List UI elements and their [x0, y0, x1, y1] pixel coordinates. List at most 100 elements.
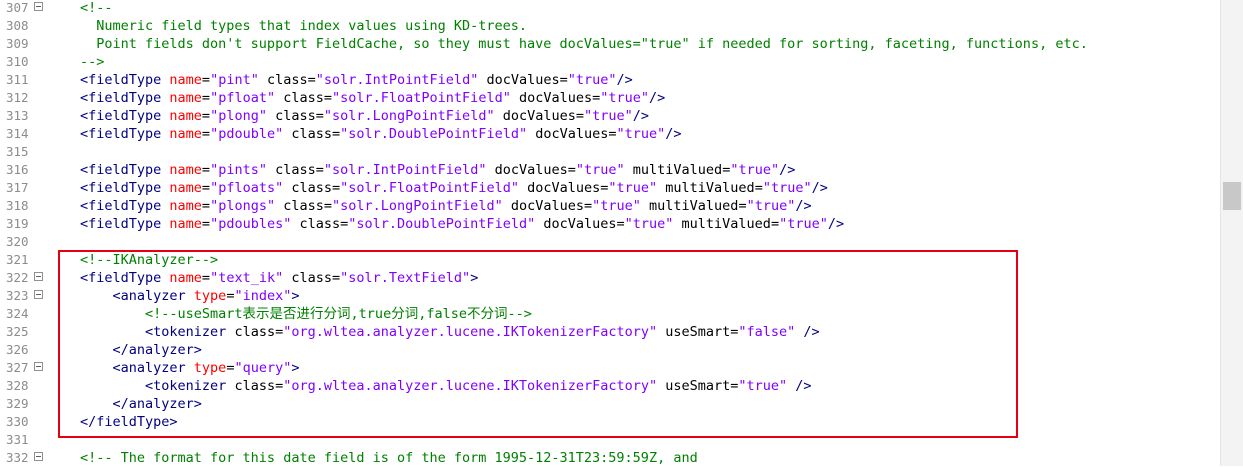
code-line[interactable]: 320: [0, 233, 1220, 251]
code-line[interactable]: 314 <fieldType name="pdouble" class="solr…: [0, 125, 1220, 143]
code-line[interactable]: 325 <tokenizer class="org.wltea.analyzer…: [0, 323, 1220, 341]
code-token-comment: Numeric field types that index values us…: [80, 18, 528, 34]
fold-toggle-icon[interactable]: [34, 272, 43, 281]
fold-toggle-icon[interactable]: [34, 362, 43, 371]
code-line[interactable]: 319 <fieldType name="pdoubles" class="sol…: [0, 215, 1220, 233]
code-token-comment: <!--useSmart表示是否进行分词,true分词,false不分词-->: [80, 306, 532, 322]
code-token-attr: name: [169, 108, 202, 124]
code-line[interactable]: 331: [0, 431, 1220, 449]
line-number: 309: [6, 36, 29, 51]
code-line[interactable]: 307 <!--: [0, 0, 1220, 17]
code-token-tag: <analyzer: [80, 360, 194, 376]
code-token-comment: <!-- The format for this date field is o…: [80, 450, 698, 466]
code-token-val: "true": [616, 126, 666, 142]
code-token-plain: =: [754, 180, 763, 196]
code-token-val: "pfloats": [210, 180, 284, 196]
fold-toggle-icon[interactable]: [34, 452, 43, 461]
code-token-val: "org.wltea.analyzer.lucene.IKTokenizerFa…: [283, 324, 658, 340]
code-token-plain: class: [283, 270, 332, 286]
code-text: Numeric field types that index values us…: [80, 17, 527, 35]
code-token-tag: />: [616, 72, 633, 88]
code-token-plain: class: [234, 324, 276, 340]
code-line[interactable]: 318 <fieldType name="plongs" class="solr.…: [0, 197, 1220, 215]
code-text: <!--useSmart表示是否进行分词,true分词,false不分词-->: [80, 305, 532, 323]
code-token-tag: />: [779, 162, 796, 178]
code-token-tag: />: [632, 108, 650, 124]
code-line[interactable]: 315: [0, 143, 1220, 161]
fold-toggle-icon[interactable]: [34, 2, 43, 11]
code-token-plain: docValues: [510, 90, 593, 106]
code-token-plain: docValues: [502, 198, 584, 214]
code-editor[interactable]: 307 <!-- 308 Numeric field types that inde…: [0, 0, 1220, 466]
code-token-plain: =: [332, 270, 341, 286]
code-token-plain: =: [738, 198, 747, 214]
code-line[interactable]: 323 <analyzer type="index">: [0, 287, 1220, 305]
code-line[interactable]: 321 <!--IKAnalyzer-->: [0, 251, 1220, 269]
line-number: 326: [6, 342, 29, 357]
line-number: 312: [6, 90, 29, 105]
code-token-plain: =: [315, 108, 324, 124]
code-token-plain: =: [201, 180, 211, 196]
code-line[interactable]: 322 <fieldType name="text_ik" class="solr…: [0, 269, 1220, 287]
code-line[interactable]: 317 <fieldType name="pfloats" class="solr…: [0, 179, 1220, 197]
code-text: <analyzer type="query">: [80, 359, 300, 377]
code-token-val: "false": [738, 324, 796, 340]
code-text: <fieldType name="text_ik" class="solr.Te…: [80, 269, 478, 287]
code-token-val: "true": [575, 162, 625, 178]
code-token-val: "plongs": [210, 198, 276, 214]
code-token-plain: multiValued: [673, 216, 771, 232]
line-number: 321: [6, 252, 29, 267]
code-line[interactable]: 311 <fieldType name="pint" class="solr.In…: [0, 71, 1220, 89]
code-line[interactable]: 312 <fieldType name="pfloat" class="solr.…: [0, 89, 1220, 107]
line-number: 324: [6, 306, 29, 321]
code-line[interactable]: 310 -->: [0, 53, 1220, 71]
line-number: 310: [6, 54, 29, 69]
code-token-plain: =: [201, 270, 211, 286]
line-number: 319: [6, 216, 29, 231]
code-token-val: "true": [608, 180, 658, 196]
code-token-attr: name: [169, 90, 202, 106]
code-line[interactable]: 329 </analyzer>: [0, 395, 1220, 413]
fold-toggle-icon[interactable]: [34, 290, 43, 299]
code-token-plain: =: [201, 126, 211, 142]
code-text: <tokenizer class="org.wltea.analyzer.luc…: [80, 323, 820, 341]
code-token-plain: docValues: [527, 126, 609, 142]
code-token-val: "index": [234, 288, 292, 304]
code-token-plain: class: [283, 126, 332, 142]
code-token-tag: />: [811, 180, 828, 196]
code-line[interactable]: 327 <analyzer type="query">: [0, 359, 1220, 377]
code-token-plain: =: [201, 72, 211, 88]
code-token-tag: <tokenizer: [80, 378, 235, 394]
code-token-val: "solr.LongPointField": [332, 198, 503, 214]
code-token-tag: <fieldType: [80, 72, 170, 88]
code-token-attr: type: [193, 360, 227, 376]
code-line[interactable]: 313 <fieldType name="plong" class="solr.L…: [0, 107, 1220, 125]
code-token-val: "query": [234, 360, 292, 376]
code-token-tag: <fieldType: [80, 90, 170, 106]
code-token-plain: =: [275, 324, 284, 340]
code-token-plain: =: [307, 72, 316, 88]
code-token-plain: =: [616, 216, 625, 232]
code-line[interactable]: 324 <!--useSmart表示是否进行分词,true分词,false不分词…: [0, 305, 1220, 323]
scrollbar-thumb[interactable]: [1223, 182, 1241, 210]
code-line[interactable]: 309 Point fields don't support FieldCach…: [0, 35, 1220, 53]
code-token-val: "pint": [210, 72, 259, 88]
code-line[interactable]: 328 <tokenizer class="org.wltea.analyzer…: [0, 377, 1220, 395]
line-number: 317: [6, 180, 29, 195]
code-token-val: "solr.LongPointField": [323, 108, 495, 124]
code-line[interactable]: 326 </analyzer>: [0, 341, 1220, 359]
vertical-scrollbar[interactable]: [1220, 0, 1243, 466]
code-line[interactable]: 308 Numeric field types that index value…: [0, 17, 1220, 35]
code-token-plain: multiValued: [657, 180, 755, 196]
code-token-val: "solr.DoublePointField": [348, 216, 536, 232]
code-token-plain: =: [201, 162, 211, 178]
code-token-comment: <!--: [80, 0, 113, 16]
code-token-val: "true": [584, 108, 633, 124]
code-token-val: "true": [779, 216, 828, 232]
code-token-val: "true": [592, 198, 641, 214]
code-line[interactable]: 330 </fieldType>: [0, 413, 1220, 431]
code-token-tag: >: [470, 270, 479, 286]
code-token-attr: name: [169, 72, 202, 88]
code-line[interactable]: 332 <!-- The format for this date field i…: [0, 449, 1220, 467]
code-line[interactable]: 316 <fieldType name="pints" class="solr.I…: [0, 161, 1220, 179]
